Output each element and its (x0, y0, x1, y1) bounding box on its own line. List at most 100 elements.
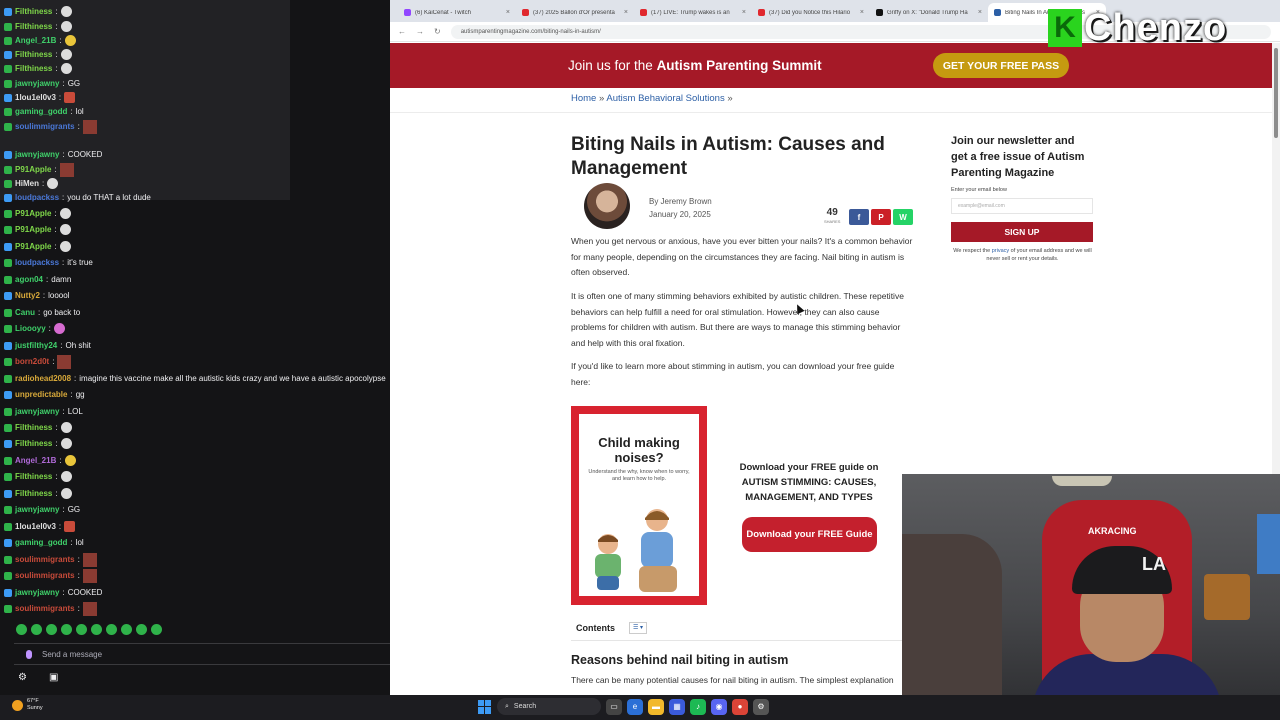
author-name[interactable]: By Jeremy Brown (649, 195, 712, 208)
emote-icon[interactable] (106, 624, 117, 635)
chat-username[interactable]: radiohead2008 (15, 374, 71, 383)
close-tab-icon[interactable]: × (860, 9, 864, 16)
privacy-link[interactable]: privacy (992, 248, 1009, 254)
settings-icon[interactable]: ⚙ (18, 672, 27, 683)
chat-username[interactable]: Filthiness (15, 22, 52, 31)
windows-start-icon[interactable] (478, 699, 492, 714)
browser-tab[interactable]: (6) KaiCenat - Twitch × (398, 3, 516, 22)
chat-username[interactable]: jawnyjawny (15, 505, 59, 514)
free-guide-cover[interactable]: Child making noises? Understand the why,… (571, 406, 707, 605)
whatsapp-share-button[interactable]: W (893, 209, 913, 225)
reload-icon[interactable]: ↻ (434, 27, 441, 36)
chat-username[interactable]: soulimmigrants (15, 604, 75, 613)
chat-username[interactable]: HiMen (15, 179, 39, 188)
chat-message-text: GG (67, 505, 81, 514)
back-icon[interactable]: ← (398, 27, 406, 36)
sign-up-button[interactable]: SIGN UP (951, 222, 1093, 242)
chrome-icon[interactable]: ● (732, 698, 748, 715)
chat-username[interactable]: jawnyjawny (15, 79, 59, 88)
email-field[interactable]: example@email.com (951, 198, 1093, 214)
chat-username[interactable]: jawnyjawny (15, 150, 59, 159)
chat-message-input[interactable]: Send a message (14, 643, 390, 665)
emote-icon[interactable] (151, 624, 162, 635)
chat-username[interactable]: born2d0t (15, 357, 49, 366)
file-explorer-icon[interactable]: ▬ (648, 698, 664, 715)
chat-badge-icon (4, 341, 12, 350)
chat-username[interactable]: soulimmigrants (15, 555, 75, 564)
close-tab-icon[interactable]: × (742, 9, 746, 16)
download-free-guide-button[interactable]: Download your FREE Guide (742, 517, 877, 552)
chat-username[interactable]: jawnyjawny (15, 588, 59, 597)
gift-icon[interactable]: ▣ (49, 672, 58, 683)
emote-icon[interactable] (16, 624, 27, 635)
breadcrumb-home-link[interactable]: Home (571, 93, 596, 104)
browser-tab[interactable]: (17) LIVE: Trump wakes is an × (634, 3, 752, 22)
chat-username[interactable]: unpredictable (15, 390, 67, 399)
mic-icon[interactable] (26, 649, 32, 659)
guide-cover-title: Child making noises? (598, 435, 680, 465)
spotify-icon[interactable]: ♪ (690, 698, 706, 715)
chat-username[interactable]: Filthiness (15, 472, 52, 481)
chat-username[interactable]: loudpackss (15, 258, 59, 267)
chat-username[interactable]: Lioooyy (15, 324, 46, 333)
chat-username[interactable]: Filthiness (15, 439, 52, 448)
chat-username[interactable]: gaming_godd (15, 107, 67, 116)
chat-username[interactable]: P91Apple (15, 209, 51, 218)
browser-tab[interactable]: (37) 2025 Ballon d'Or presenta × (516, 3, 634, 22)
forward-icon[interactable]: → (416, 27, 424, 36)
close-tab-icon[interactable]: × (506, 9, 510, 16)
pinterest-share-button[interactable]: P (871, 209, 891, 225)
discord-icon[interactable]: ◉ (711, 698, 727, 715)
get-free-pass-button[interactable]: GET YOUR FREE PASS (933, 53, 1069, 78)
breadcrumb-category-link[interactable]: Autism Behavioral Solutions (606, 93, 724, 104)
chat-username[interactable]: agon04 (15, 275, 43, 284)
chat-username[interactable]: Filthiness (15, 423, 52, 432)
browser-tab[interactable]: (37) Did you Notice this Hilario × (752, 3, 870, 22)
chat-username[interactable]: gaming_godd (15, 538, 67, 547)
chat-username[interactable]: jawnyjawny (15, 407, 59, 416)
chat-message: soulimmigrants: (4, 568, 97, 583)
chat-username[interactable]: soulimmigrants (15, 122, 75, 131)
chat-username[interactable]: Angel_21B (15, 456, 56, 465)
chat-username[interactable]: justfilthy24 (15, 341, 57, 350)
chat-message-text: Oh shit (65, 341, 91, 350)
settings-app-icon[interactable]: ⚙ (753, 698, 769, 715)
emote-icon[interactable] (91, 624, 102, 635)
emote-icon[interactable] (31, 624, 42, 635)
chat-username[interactable]: Angel_21B (15, 36, 56, 45)
chat-username[interactable]: Filthiness (15, 7, 52, 16)
emote-icon[interactable] (121, 624, 132, 635)
chat-username[interactable]: 1lou1el0v3 (15, 522, 56, 531)
chat-username[interactable]: P91Apple (15, 242, 51, 251)
chat-username[interactable]: Filthiness (15, 50, 52, 59)
close-tab-icon[interactable]: × (978, 9, 982, 16)
emote-icon[interactable] (136, 624, 147, 635)
chat-badge-icon (4, 122, 12, 131)
chat-username[interactable]: soulimmigrants (15, 571, 75, 580)
chat-username[interactable]: loudpackss (15, 193, 59, 202)
chat-message: jawnyjawny: COOKED (4, 147, 102, 162)
emote-icon[interactable] (61, 624, 72, 635)
chat-emote-bar[interactable] (16, 624, 162, 635)
chat-username[interactable]: P91Apple (15, 165, 51, 174)
task-view-icon[interactable]: ▭ (606, 698, 622, 715)
close-tab-icon[interactable]: × (624, 9, 628, 16)
scrollbar-thumb[interactable] (1274, 48, 1278, 138)
taskbar-search[interactable]: ⌕ Search (497, 698, 601, 715)
weather-widget[interactable]: 67°F Sunny (12, 698, 43, 712)
chat-username[interactable]: 1lou1el0v3 (15, 93, 56, 102)
chat-username[interactable]: Nutty2 (15, 291, 40, 300)
edge-icon[interactable]: e (627, 698, 643, 715)
chat-username[interactable]: Filthiness (15, 489, 52, 498)
chat-username[interactable]: P91Apple (15, 225, 51, 234)
chat-username[interactable]: Filthiness (15, 64, 52, 73)
emote-icon[interactable] (46, 624, 57, 635)
chat-message: Angel_21B: (4, 453, 76, 468)
store-icon[interactable]: ▦ (669, 698, 685, 715)
browser-tab[interactable]: Griffy on X: "Donald Trump Ha × (870, 3, 988, 22)
chat-emote-icon (57, 354, 72, 369)
emote-icon[interactable] (76, 624, 87, 635)
facebook-share-button[interactable]: f (849, 209, 869, 225)
toc-toggle-icon[interactable]: ☰ ▾ (629, 621, 647, 634)
chat-username[interactable]: Canu (15, 308, 35, 317)
